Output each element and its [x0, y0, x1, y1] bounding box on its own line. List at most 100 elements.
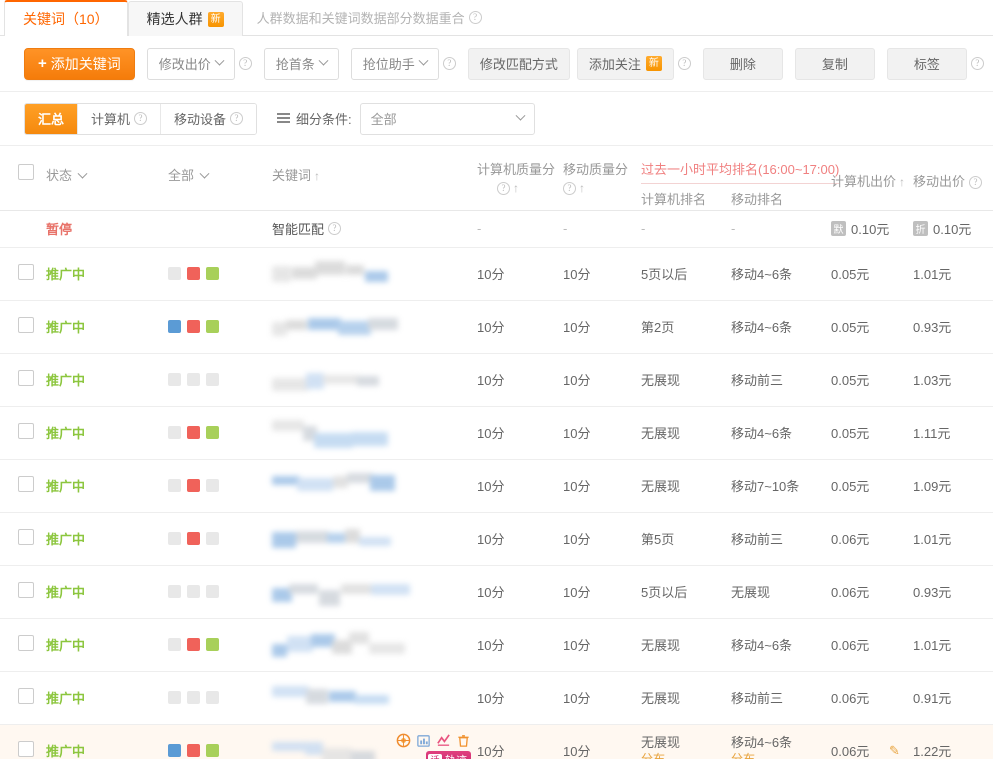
match-type-indicator[interactable] [168, 585, 272, 598]
mobile-quality-help-icon[interactable]: ? [563, 181, 576, 195]
sort-asc-icon[interactable]: ↑ [579, 178, 585, 198]
row-checkbox[interactable] [18, 529, 34, 545]
row-checkbox[interactable] [18, 423, 34, 439]
match-square-icon[interactable] [168, 585, 181, 598]
header-all[interactable]: 全部 [168, 166, 272, 186]
table-row[interactable]: 推广中话轨迹10分10分无展现分布移动4~6条分布0.06元✎1.22元 [0, 724, 993, 759]
row-checkbox[interactable] [18, 264, 34, 280]
match-square-icon[interactable] [206, 691, 219, 704]
segment-mobile-help-icon[interactable]: ? [230, 112, 244, 125]
match-square-icon[interactable] [187, 267, 200, 280]
trend-chart-icon[interactable] [436, 733, 451, 748]
tab-keywords[interactable]: 关键词（10） [4, 0, 128, 36]
help-icon[interactable]: ? [468, 11, 482, 24]
add-follow-button[interactable]: 添加关注 新 [576, 47, 674, 80]
row-checkbox[interactable] [18, 370, 34, 386]
edit-bid-icon[interactable]: ✎ [889, 743, 900, 759]
match-type-indicator[interactable] [168, 691, 272, 704]
row-checkbox[interactable] [18, 476, 34, 492]
header-status[interactable]: 状态 [46, 166, 168, 186]
table-row[interactable]: 推广中 10分 10分 无展现 移动前三 0.05元 1.03元 [0, 353, 993, 407]
tab-audience[interactable]: 精选人群 新 [127, 1, 243, 36]
report-icon[interactable] [416, 733, 431, 748]
match-square-icon[interactable] [206, 638, 219, 651]
row-checkbox[interactable] [18, 317, 34, 333]
table-row[interactable]: 推广中 10分 10分 无展现 移动4~6条 0.05元 1.11元 [0, 406, 993, 460]
match-type-indicator[interactable] [168, 267, 272, 280]
match-square-icon[interactable] [168, 320, 181, 333]
match-square-icon[interactable] [187, 585, 200, 598]
pc-quality-help-icon[interactable]: ? [497, 181, 510, 195]
match-type-indicator[interactable] [168, 479, 272, 492]
match-square-icon[interactable] [168, 638, 181, 651]
header-keyword[interactable]: 关键词 ↑ [272, 166, 477, 186]
table-row-smart-match[interactable]: 暂停 智能匹配 ? - - - - 默 0.10元 折 0.10元 [0, 211, 993, 248]
match-square-icon[interactable] [168, 744, 181, 757]
header-pc-bid[interactable]: 计算机出价 ↑ [831, 172, 913, 192]
match-type-indicator[interactable] [168, 638, 272, 651]
row-checkbox[interactable] [18, 635, 34, 651]
sort-asc-icon[interactable]: ↑ [314, 166, 320, 186]
table-row[interactable]: 推广中 10分 10分 5页以后 移动4~6条 0.05元 1.01元 [0, 247, 993, 301]
match-square-icon[interactable] [187, 532, 200, 545]
segment-summary[interactable]: 汇总 [25, 103, 78, 134]
modify-bid-help-icon[interactable]: ? [238, 57, 252, 70]
table-row[interactable]: 推广中 10分 10分 无展现 移动4~6条 0.06元 1.01元 [0, 618, 993, 672]
table-row[interactable]: 推广中 10分 10分 无展现 移动前三 0.06元 0.91元 [0, 671, 993, 725]
tag-button[interactable]: 标签 [886, 47, 967, 80]
add-keyword-button[interactable]: + 添加关键词 [24, 47, 135, 80]
delete-icon[interactable] [456, 733, 471, 748]
match-square-icon[interactable] [206, 426, 219, 439]
match-square-icon[interactable] [168, 373, 181, 386]
match-square-icon[interactable] [206, 744, 219, 757]
header-mobile-quality[interactable]: 移动质量分 [563, 160, 641, 180]
header-mobile-bid[interactable]: 移动出价 ? [913, 172, 993, 192]
segment-mobile[interactable]: 移动设备 ? [160, 103, 257, 134]
match-type-indicator[interactable] [168, 320, 272, 333]
match-square-icon[interactable] [168, 691, 181, 704]
match-square-icon[interactable] [187, 638, 200, 651]
modify-bid-button[interactable]: 修改出价 [146, 47, 235, 80]
segment-pc-help-icon[interactable]: ? [134, 112, 148, 125]
row-checkbox[interactable] [18, 741, 34, 757]
sort-asc-icon[interactable]: ↑ [513, 178, 519, 198]
grab-top-button[interactable]: 抢首条 [263, 47, 339, 80]
smart-match-help-icon[interactable]: ? [328, 222, 342, 236]
add-follow-help-icon[interactable]: ? [677, 57, 691, 70]
row-checkbox[interactable] [18, 688, 34, 704]
delete-button[interactable]: 删除 [702, 47, 783, 80]
table-row[interactable]: 推广中 10分 10分 第5页 移动前三 0.06元 1.01元 [0, 512, 993, 566]
match-square-icon[interactable] [187, 479, 200, 492]
match-square-icon[interactable] [168, 479, 181, 492]
distribution-link[interactable]: 分布 [641, 751, 731, 759]
rank-helper-help-icon[interactable]: ? [442, 57, 456, 70]
match-square-icon[interactable] [206, 373, 219, 386]
table-row[interactable]: 推广中 10分 10分 第2页 移动4~6条 0.05元 0.93元 [0, 300, 993, 354]
match-square-icon[interactable] [187, 320, 200, 333]
mobile-bid-help-icon[interactable]: ? [969, 175, 983, 189]
row-checkbox[interactable] [18, 582, 34, 598]
match-type-indicator[interactable] [168, 744, 272, 757]
modify-match-button[interactable]: 修改匹配方式 [467, 47, 570, 80]
match-square-icon[interactable] [206, 267, 219, 280]
sort-asc-icon[interactable]: ↑ [899, 172, 905, 192]
header-pc-rank[interactable]: 计算机排名 [641, 190, 731, 210]
segment-pc[interactable]: 计算机 ? [77, 103, 161, 134]
rank-helper-button[interactable]: 抢位助手 [350, 47, 439, 80]
match-square-icon[interactable] [206, 320, 219, 333]
distribution-link[interactable]: 分布 [731, 751, 831, 759]
tag-help-icon[interactable]: ? [970, 57, 984, 70]
match-square-icon[interactable] [168, 532, 181, 545]
select-all-checkbox[interactable] [18, 164, 34, 180]
match-type-indicator[interactable] [168, 426, 272, 439]
table-row[interactable]: 推广中 10分 10分 5页以后 无展现 0.06元 0.93元 [0, 565, 993, 619]
match-type-indicator[interactable] [168, 373, 272, 386]
header-mobile-rank[interactable]: 移动排名 [731, 190, 783, 210]
copy-button[interactable]: 复制 [794, 47, 875, 80]
match-square-icon[interactable] [168, 267, 181, 280]
match-square-icon[interactable] [187, 373, 200, 386]
match-square-icon[interactable] [187, 426, 200, 439]
match-square-icon[interactable] [168, 426, 181, 439]
match-square-icon[interactable] [187, 744, 200, 757]
subcondition-select[interactable]: 全部 [359, 102, 535, 135]
